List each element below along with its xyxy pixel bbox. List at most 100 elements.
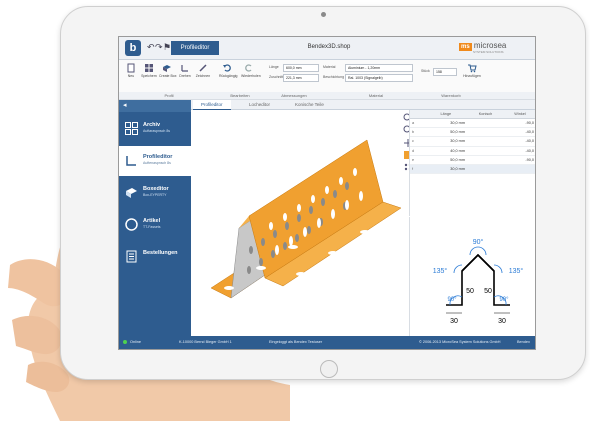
cell: 50,0 mm	[424, 155, 467, 165]
undo-icon[interactable]: ↶	[147, 42, 155, 53]
order-list-icon	[126, 250, 137, 263]
home-button[interactable]	[320, 360, 338, 378]
length-bottom-right: 30	[498, 318, 506, 325]
profile-cross-section: 90° 135° 135° 90° 90° 50 50 30 30	[409, 217, 535, 336]
status-copyright: © 2006-2013 MicroSea System Solutions Gm…	[419, 340, 501, 344]
new-label: Neu	[127, 74, 135, 78]
cross-section-drawing: 90° 135° 135° 90° 90° 50 50 30 30	[433, 238, 524, 325]
sidebar-item-label: Archiv	[143, 122, 161, 128]
angle-left: 135°	[433, 267, 448, 275]
grid-icon	[145, 64, 153, 72]
col-header: Winkel	[504, 110, 535, 119]
laenge-input[interactable]: 600,0 mm	[283, 64, 319, 72]
stueck-label: Stück	[421, 69, 430, 73]
angle-bottom-left: 90°	[447, 297, 457, 303]
cell: 30,0 mm	[424, 136, 467, 147]
new-button[interactable]: Neu	[123, 63, 139, 78]
zuschnitt-input[interactable]: 221,3 mm	[283, 74, 319, 82]
redo-icon[interactable]: ↷	[155, 42, 163, 53]
material-select[interactable]: Aluminium - 1,20mm	[345, 64, 413, 72]
camera-dot	[321, 12, 326, 17]
sidebar-item-sub: TT-Fassets	[143, 225, 161, 229]
cell: e	[410, 155, 425, 165]
table-row[interactable]: d 40,0 mm -40,0	[410, 146, 535, 156]
segments-table: Länge Konisch Winkel a 30,0 mm -90,0 b 50,0…	[409, 110, 535, 216]
window-title: Bendex3D.shop	[307, 44, 351, 50]
table-row[interactable]: a 30,0 mm -90,0	[410, 118, 535, 129]
sidebar-item-artikel[interactable]: Artikel TT-Fassets	[119, 210, 191, 240]
cell	[467, 136, 504, 147]
sidebar-item-label: Artikel	[143, 218, 161, 224]
sidebar-item-label: Profileditor	[143, 154, 173, 160]
stueck-input[interactable]: 158	[433, 68, 457, 76]
box-icon	[163, 65, 171, 72]
undo-button[interactable]: Rückgängig	[219, 63, 237, 78]
length-left-side: 50	[466, 288, 474, 295]
angle-top: 90°	[473, 238, 484, 246]
add-to-cart-button[interactable]: Hinzufügen	[461, 63, 483, 78]
save-label: Speichern	[141, 74, 157, 78]
table-row[interactable]: c 30,0 mm -40,0	[410, 136, 535, 147]
redo-label: Wiederholen	[241, 74, 261, 78]
cell	[467, 164, 504, 175]
sidebar-item-label: Boxeditor	[143, 186, 169, 192]
col-header: Konisch	[467, 110, 504, 119]
cell	[467, 127, 504, 138]
cell: 50,0 mm	[424, 127, 467, 138]
length-right-side: 50	[484, 288, 492, 295]
sidebar-item-boxeditor[interactable]: Boxeditor Box-EYPERTY	[119, 178, 191, 208]
group-abmessungen: Abmessungen	[281, 93, 307, 98]
table-row[interactable]: f 30,0 mm	[410, 164, 535, 175]
laenge-label: Länge	[269, 65, 279, 69]
app-logo: b	[125, 40, 141, 56]
tab-profileditor-view[interactable]: Profileditor	[193, 100, 231, 110]
cell: 40,0 mm	[424, 146, 467, 156]
ribbon: Neu Speichern Create Box Drehen Zeichnen…	[119, 60, 535, 93]
cell: -90,0	[504, 155, 535, 165]
app-screen: b ↶ ↷ ⚑ Profileditor Bendex3D.shop ms mi…	[118, 36, 536, 350]
status-company: K-10000 Bernd Bieger GmbH 1	[179, 340, 232, 344]
sidebar-item-bestellungen[interactable]: Bestellungen	[119, 242, 191, 272]
brand-logo: ms microsea SYSTEM SOLUTIONS	[459, 41, 531, 55]
content-tabs: Profileditor Locheditor Konische Teile	[191, 100, 535, 110]
redo-button[interactable]: Wiederholen	[241, 63, 261, 78]
document-icon	[127, 63, 135, 73]
profile-icon	[126, 156, 136, 166]
sidebar-item-archiv[interactable]: Archiv Auftaraspnsch 8s	[119, 114, 191, 144]
sidebar-item-profileditor[interactable]: Profileditor Auftenaspnsch 8s	[119, 146, 191, 176]
brand-sub: SYSTEM SOLUTIONS	[473, 50, 504, 54]
sidebar-item-sub: Auftenaspnsch 8s	[143, 161, 171, 165]
cell: -40,0	[504, 127, 535, 138]
flag-icon[interactable]: ⚑	[163, 42, 171, 53]
status-bar: Online K-10000 Bernd Bieger GmbH 1 Einge…	[119, 336, 535, 349]
tab-locheditor[interactable]: Locheditor	[241, 100, 278, 109]
table-row[interactable]: e 50,0 mm -90,0	[410, 155, 535, 165]
sidebar-item-sub: Box-EYPERTY	[143, 193, 167, 197]
table-row[interactable]: b 50,0 mm -40,0	[410, 127, 535, 138]
beschichtung-select[interactable]: Ral. 1003 (Signalgelb)	[345, 74, 413, 82]
online-indicator-icon	[123, 340, 127, 344]
draw-button[interactable]: Zeichnen	[195, 63, 211, 78]
angle-right: 135°	[509, 267, 524, 275]
ribbon-group-labels: Profil Bearbeiten Abmessungen Material W…	[119, 92, 535, 100]
group-warenkorb: Warenkorb	[441, 93, 461, 98]
cart-icon	[468, 64, 477, 73]
save-button[interactable]: Speichern	[141, 63, 157, 78]
cell	[467, 155, 504, 165]
rotate-label: Drehen	[179, 74, 191, 78]
profile-3d-view[interactable]	[191, 110, 407, 336]
cell: b	[410, 127, 425, 138]
create-box-button[interactable]: Create Box	[159, 63, 177, 78]
zuschnitt-label: Zuschnitt	[269, 75, 284, 79]
cell	[504, 164, 535, 175]
sidebar-collapse-icon[interactable]: ◂	[119, 100, 191, 112]
status-login: Eingeloggt als Bendex Testuser	[269, 340, 323, 344]
create-box-label: Create Box	[159, 74, 177, 78]
pencil-icon	[199, 64, 207, 72]
tab-konische-teile[interactable]: Konische Teile	[287, 100, 332, 109]
box-icon	[126, 188, 137, 198]
tab-profileditor[interactable]: Profileditor	[171, 41, 219, 55]
col-header	[410, 110, 425, 119]
add-to-cart-label: Hinzufügen	[463, 74, 481, 78]
rotate-button[interactable]: Drehen	[177, 63, 193, 78]
